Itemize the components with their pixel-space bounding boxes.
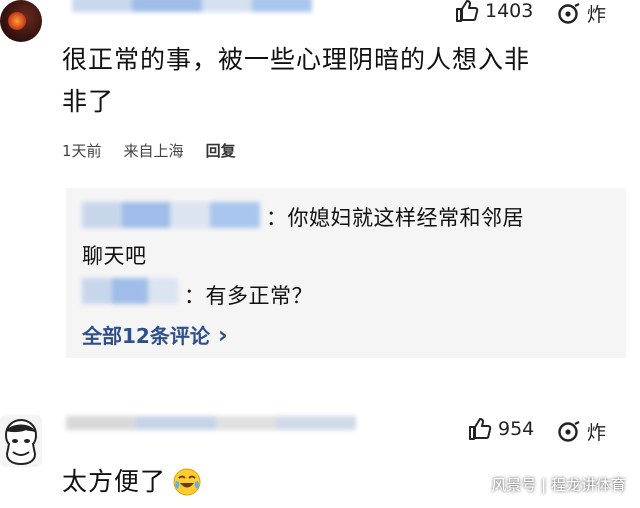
like-button[interactable]: 1403 <box>455 0 533 22</box>
thumbs-up-icon <box>469 418 492 440</box>
laughing-crying-emoji-icon <box>173 468 201 496</box>
thumbs-up-icon <box>456 0 479 22</box>
comment-text-content: 太方便了 <box>62 467 167 496</box>
comment-time: 1天前 <box>62 142 102 160</box>
like-count: 954 <box>498 418 535 440</box>
watermark: 风景号 | 程龙讲体育 <box>491 476 626 494</box>
reply-username-blurred[interactable] <box>82 202 260 228</box>
avatar-face-icon <box>4 418 38 466</box>
comment-text-line-1: 很正常的事，被一些心理阴暗的人想入非 <box>62 45 531 74</box>
comment-text: 太方便了 <box>62 462 202 502</box>
reply-button[interactable]: 回复 <box>206 140 236 161</box>
username-blurred[interactable] <box>72 0 312 12</box>
avatar[interactable] <box>0 0 42 42</box>
like-count: 1403 <box>485 0 534 22</box>
username-blurred[interactable] <box>66 415 356 430</box>
all-replies-link[interactable]: 全部12条评论 › <box>82 320 228 349</box>
reply-text-line-1: ：你媳妇就这样经常和邻居 <box>266 206 524 230</box>
avatar[interactable] <box>0 415 42 467</box>
comment-meta: 1天前 来自上海 回复 <box>62 140 236 161</box>
all-replies-label: 全部12条评论 <box>82 324 210 348</box>
reaction-label: 炸 <box>587 422 607 444</box>
reply-text-line-2: 聊天吧 <box>82 244 147 268</box>
chevron-right-icon: › <box>217 320 228 349</box>
reaction-button[interactable]: 炸 <box>557 0 606 27</box>
reaction-button[interactable]: 炸 <box>557 418 606 445</box>
comment-text-line-2: 非了 <box>62 87 115 116</box>
reply-text: ：有多正常？ <box>184 284 313 308</box>
reaction-label: 炸 <box>587 4 607 26</box>
reaction-icon <box>558 420 580 442</box>
reply-username-blurred[interactable] <box>82 278 178 304</box>
reaction-icon <box>558 2 580 24</box>
like-button[interactable]: 954 <box>468 418 534 440</box>
comment-location: 来自上海 <box>123 142 184 160</box>
